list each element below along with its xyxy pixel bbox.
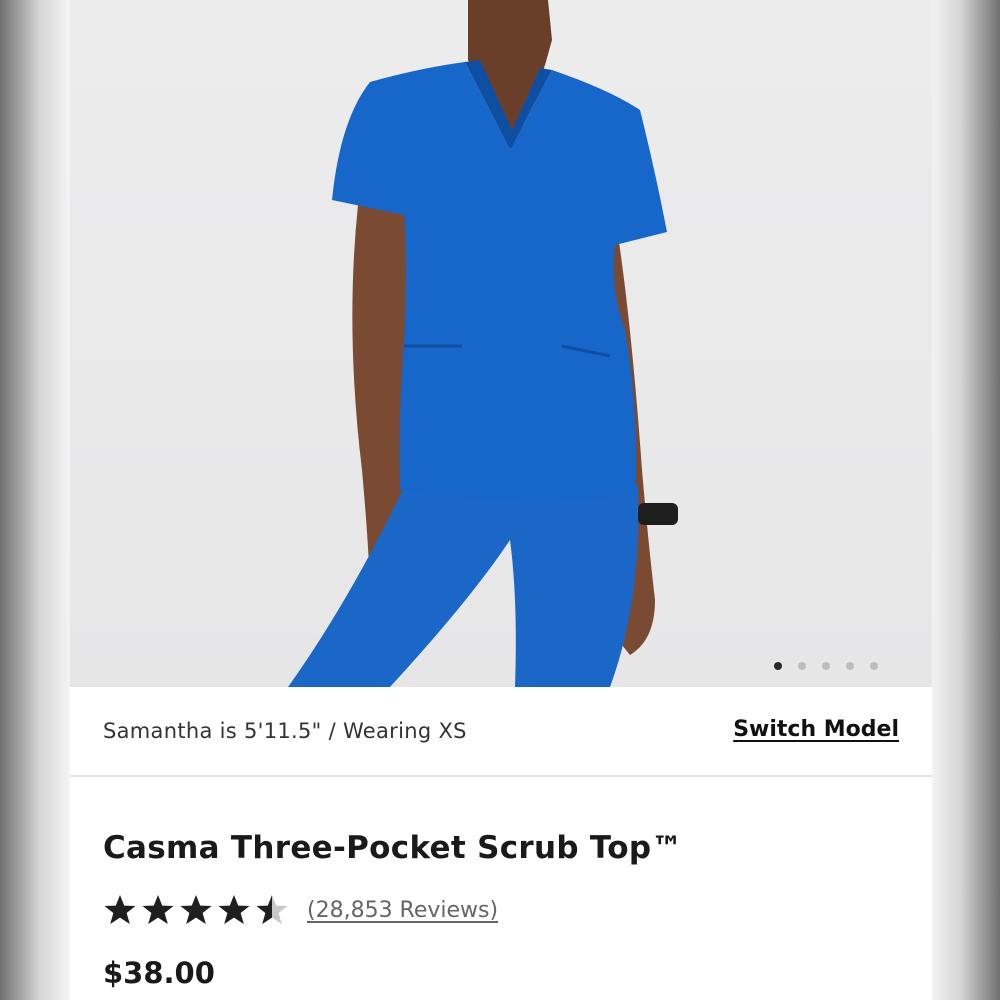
carousel-dot[interactable]: [846, 662, 854, 670]
carousel-dot[interactable]: [774, 662, 782, 670]
product-card: Samantha is 5'11.5" / Wearing XS Switch …: [70, 0, 932, 1000]
carousel-dots: [774, 662, 878, 670]
star-icon: [142, 895, 174, 924]
reviews-link[interactable]: (28,853 Reviews): [307, 898, 498, 923]
model-info-bar: Samantha is 5'11.5" / Wearing XS Switch …: [70, 687, 932, 777]
model-photo: [288, 0, 678, 687]
star-rating: [103, 893, 289, 927]
star-icon: [104, 895, 136, 924]
carousel-dot[interactable]: [798, 662, 806, 670]
product-title: Casma Three-Pocket Scrub Top™: [103, 830, 683, 866]
model-size-info: Samantha is 5'11.5" / Wearing XS: [103, 719, 467, 743]
star-icon: [256, 895, 288, 924]
carousel-dot[interactable]: [870, 662, 878, 670]
star-icon: [180, 895, 212, 924]
star-icon: [218, 895, 250, 924]
product-price: $38.00: [103, 956, 215, 990]
switch-model-link[interactable]: Switch Model: [733, 717, 899, 742]
carousel-dot[interactable]: [822, 662, 830, 670]
rating-row: (28,853 Reviews): [103, 893, 498, 927]
product-image[interactable]: [70, 0, 932, 687]
